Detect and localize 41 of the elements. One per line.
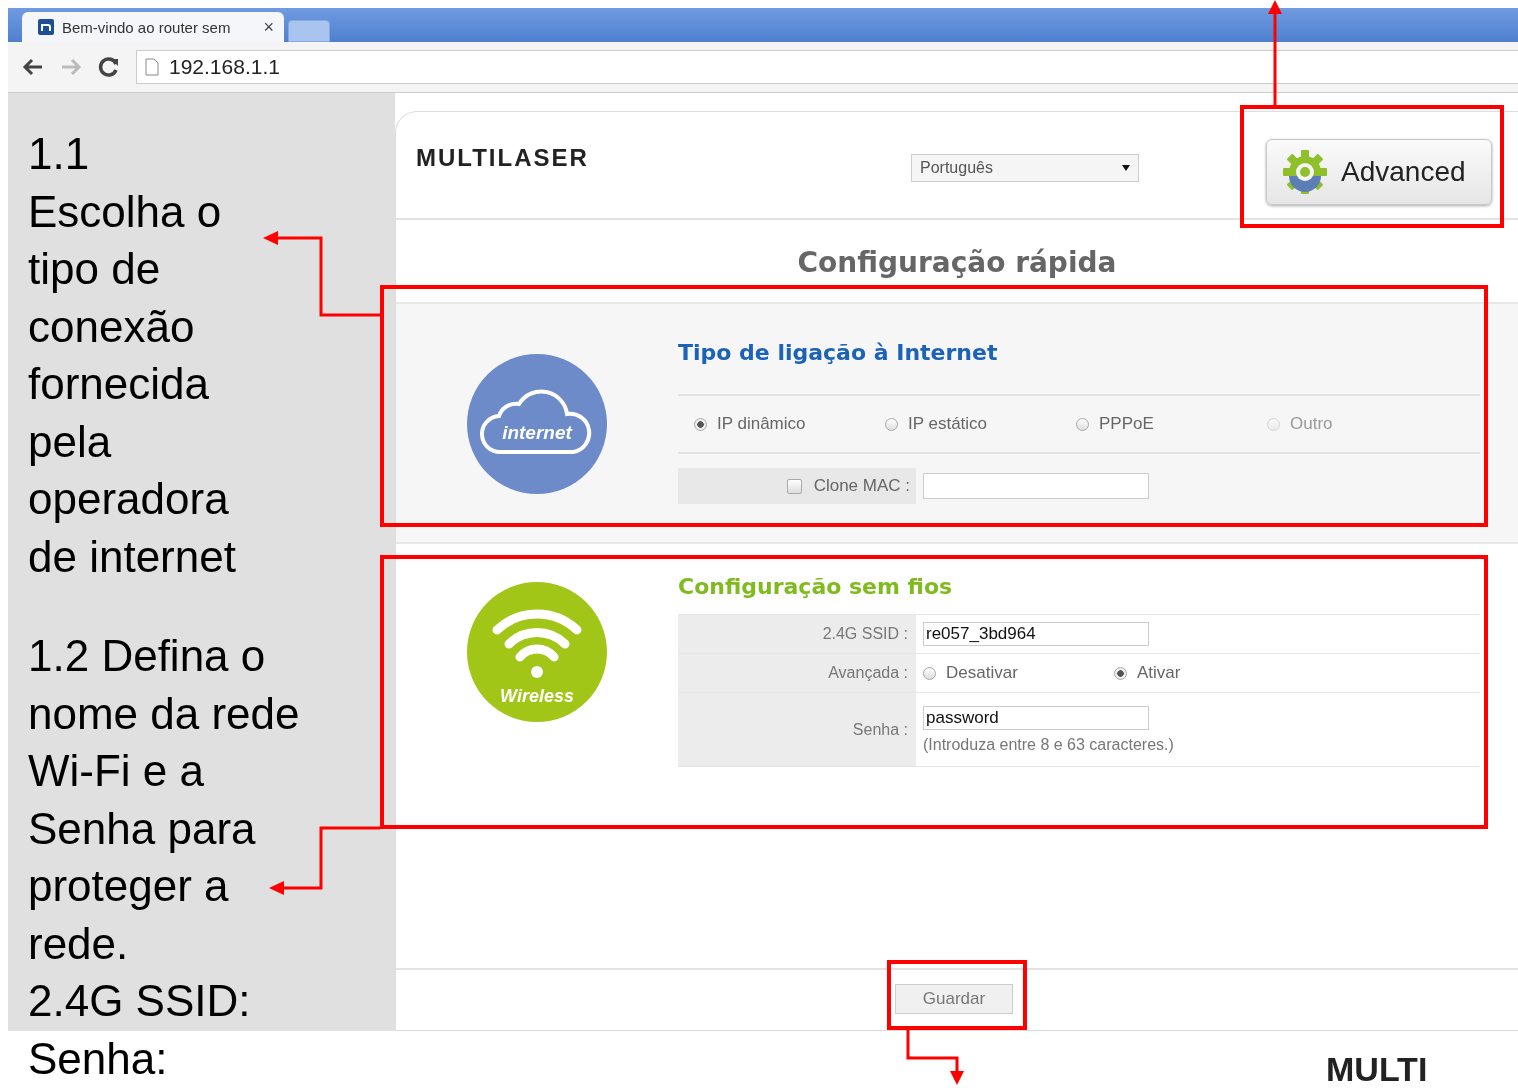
radio-option[interactable]: IP dinâmico [694,414,885,434]
hint-text: (Introduza entre 8 e 63 caracteres.) [923,735,1174,754]
note-text: 1.2 Defina o nome da rede Wi-Fi e a [28,630,301,797]
forward-icon[interactable] [60,58,82,76]
radio-option[interactable]: Desativar [923,663,1114,683]
logo: MULTI [1326,1052,1428,1086]
site-icon [38,19,54,35]
field-label: Senha : [678,693,916,766]
save-button[interactable]: Guardar [895,984,1013,1014]
reload-icon[interactable] [98,56,120,78]
ssid-input-field[interactable]: re057_3bd964 [923,622,1149,646]
password-input-field[interactable]: password [923,705,1149,730]
note-text: Escolha o tipo de conexão fornecida pela operadora de internet [28,185,237,583]
field-label: 2.4G SSID : [678,615,916,653]
field-label: Avançada : [678,654,916,692]
radio-option[interactable]: IP estático [885,414,1076,434]
radio-option[interactable]: Ativar [1114,663,1305,683]
page-icon [145,58,159,76]
mac-input-field[interactable] [923,473,1149,499]
address-bar[interactable]: 192.168.1.1 [136,50,1518,84]
note-text: 2.4G SSID: [28,975,251,1027]
section-heading: Configuração sem fios [678,574,954,601]
close-tab-button[interactable]: × [263,16,274,38]
new-tab-button[interactable] [288,20,330,42]
gear-icon [1281,148,1329,196]
language-select[interactable]: Português [911,154,1139,182]
wifi-icon: Wireless [467,582,607,722]
advanced-button[interactable]: Advanced [1266,139,1492,205]
page-title: Configuração rápida [796,246,1118,281]
tab-title: Bem-vindo ao router sem [62,18,232,36]
browser-tab[interactable]: Bem-vindo ao router sem × [22,12,284,42]
back-icon[interactable] [22,58,44,76]
note-number: 1.1 [28,128,90,180]
note-text: Senha para proteger a rede. [28,802,257,970]
cloud-icon: internet [467,354,607,494]
logo: MULTILASER [416,144,589,172]
callout-arrow [906,1030,964,1085]
section-heading: Tipo de ligação à Internet [678,340,999,367]
radio-option[interactable]: PPPoE [1076,414,1267,434]
note-text: Senha: [28,1032,168,1085]
caret-icon [1122,165,1130,171]
